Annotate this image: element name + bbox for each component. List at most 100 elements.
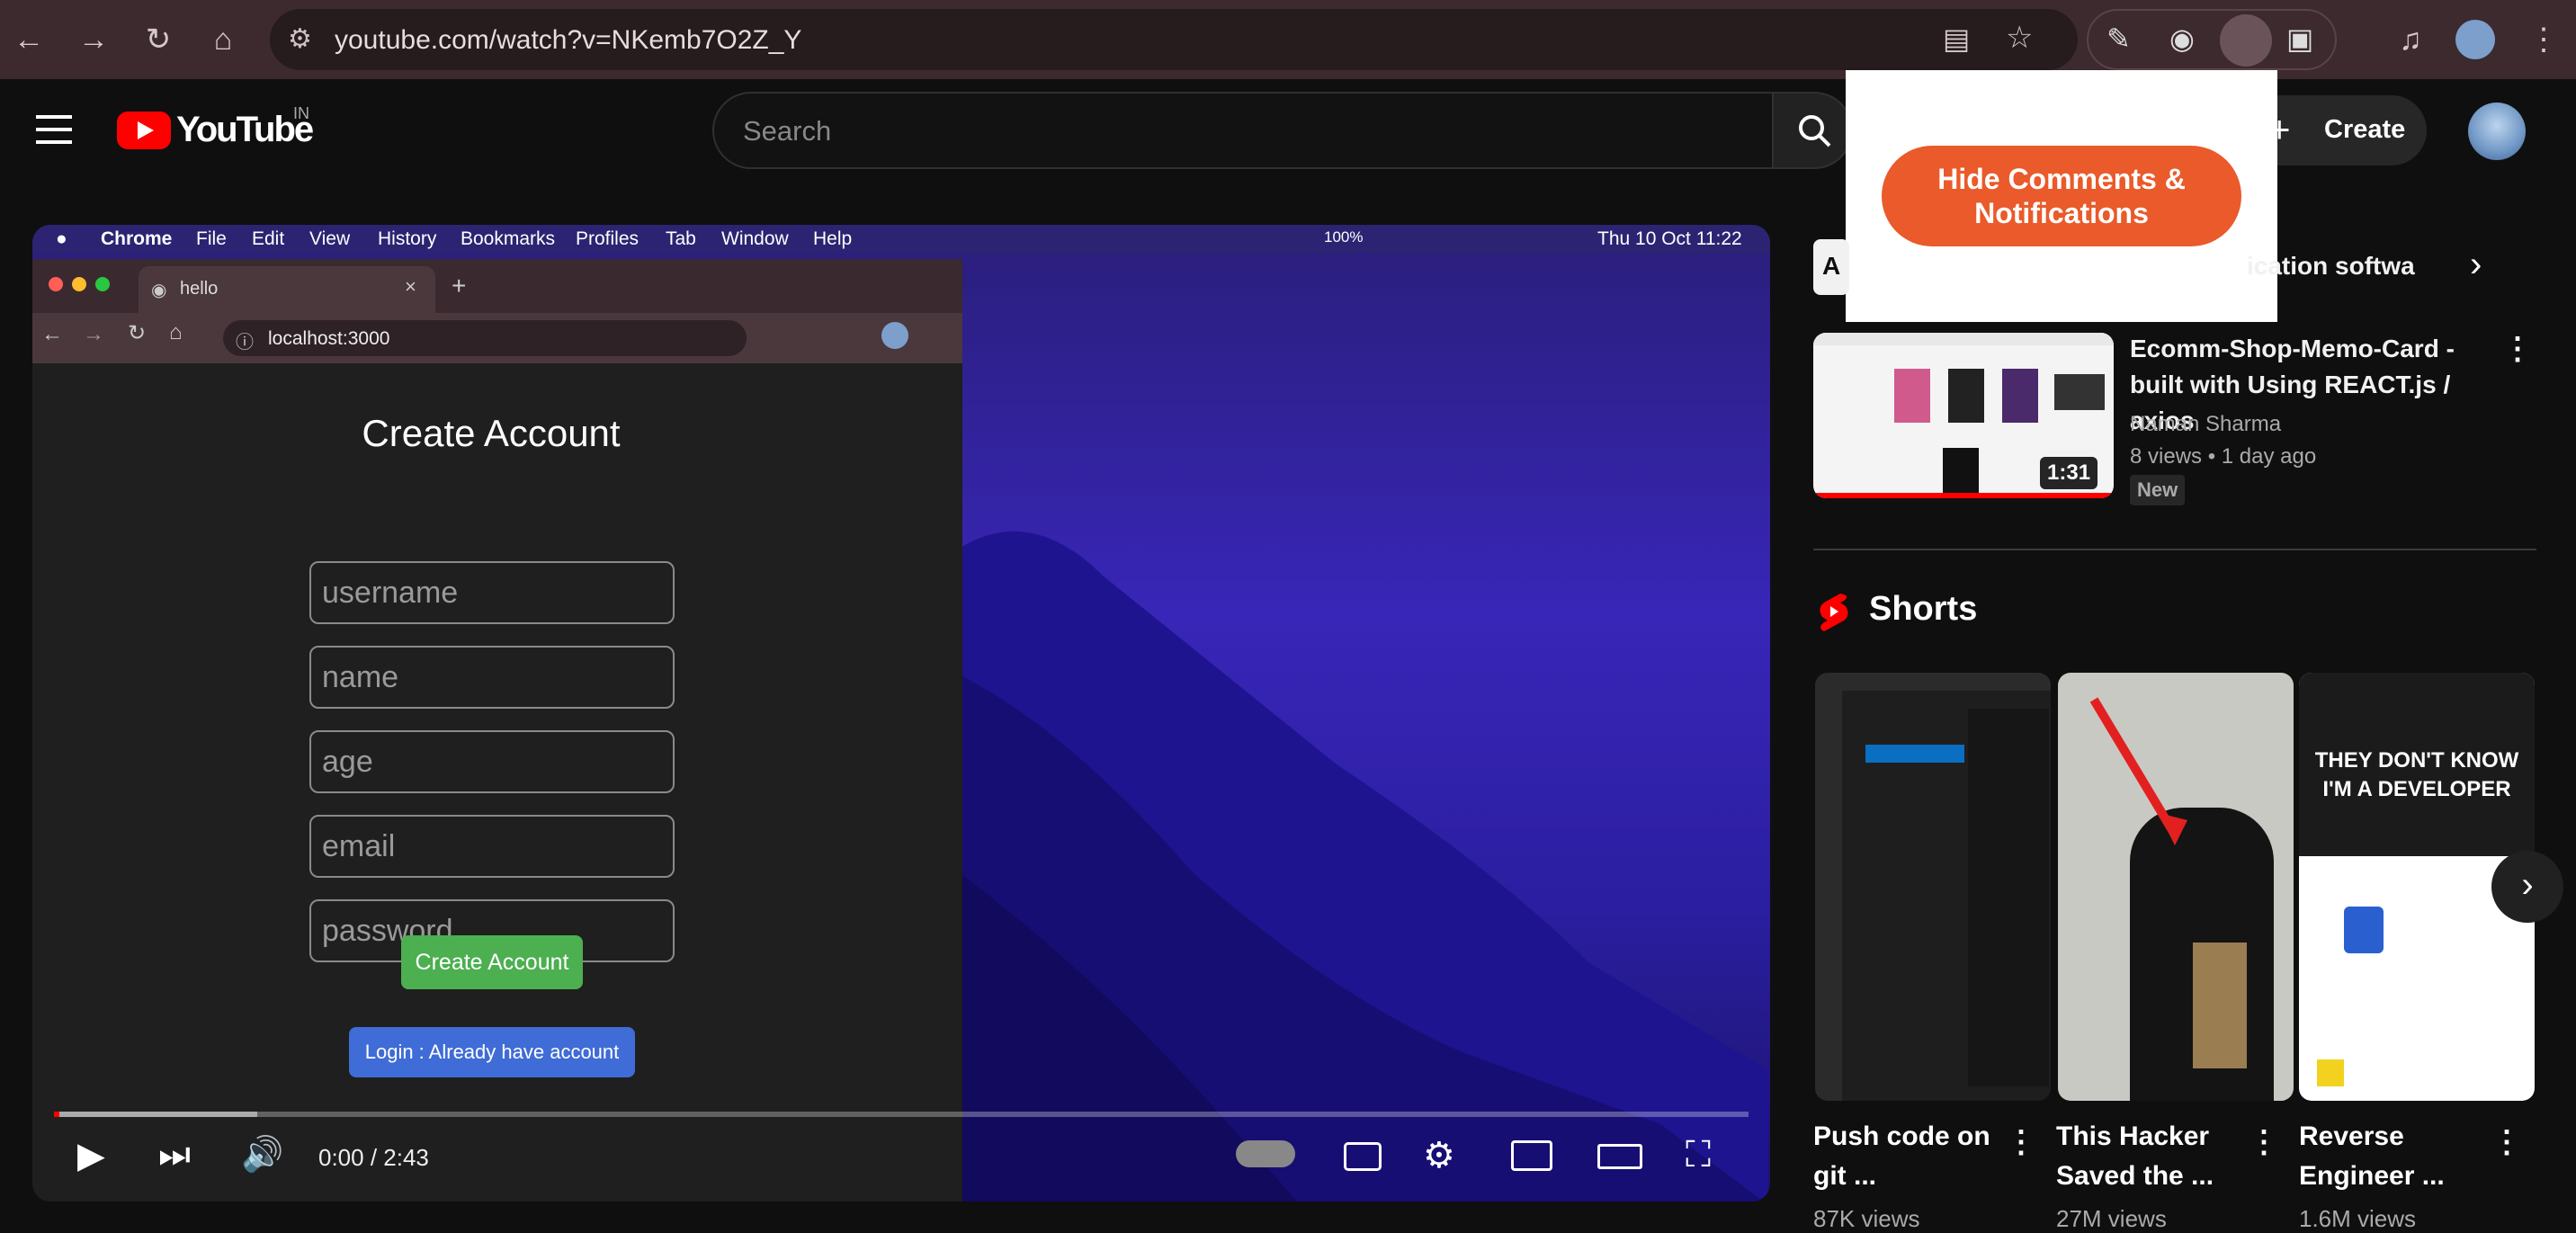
search-button[interactable] [1772, 92, 1853, 169]
inner-back-icon: ← [41, 322, 63, 346]
info-icon: ⓘ [236, 333, 254, 353]
globe-icon: ◉ [151, 281, 167, 300]
mac-menu-view: View [309, 228, 351, 249]
url-text: youtube.com/watch?v=NKemb7O2Z_Y [335, 25, 802, 55]
hamburger-menu-icon[interactable] [36, 115, 72, 144]
played-bar [54, 1112, 59, 1117]
short-title[interactable]: Reverse Engineer ... [2299, 1117, 2488, 1196]
wallpaper-hills [959, 531, 1768, 1202]
create-label: Create [2324, 115, 2406, 144]
inner-toolbar: ← → ↻ ⌂ ⓘ localhost:3000 [32, 313, 962, 363]
inner-tab: ◉ hello × [139, 266, 435, 313]
short-title[interactable]: This Hacker Saved the ... [2056, 1117, 2245, 1196]
shorts-logo-icon [1820, 594, 1848, 631]
site-settings-icon[interactable]: ⚙ [288, 23, 312, 55]
shorts-heading: Shorts [1869, 590, 1978, 628]
address-bar[interactable]: ⚙ youtube.com/watch?v=NKemb7O2Z_Y ▤ ☆ [270, 9, 2078, 70]
mac-menu-profiles: Profiles [576, 228, 640, 249]
next-icon[interactable]: ⏭ [158, 1135, 191, 1175]
login-button: Login : Already have account [349, 1027, 635, 1077]
email-field: email [309, 815, 675, 878]
inner-profile-avatar [881, 322, 908, 349]
short-views: 1.6M views [2299, 1205, 2417, 1232]
chip-application-software[interactable]: ication softwa [2247, 252, 2415, 281]
theater-mode-icon[interactable] [1597, 1144, 1642, 1169]
time-display: 0:00 / 2:43 [318, 1144, 429, 1171]
hide-comments-button[interactable]: Hide Comments & Notifications [1882, 146, 2241, 246]
play-icon[interactable]: ▶ [77, 1135, 105, 1176]
inner-browser-window: ◉ hello × + ← → ↻ ⌂ ⓘ localhost:3000 Cre… [32, 259, 962, 1202]
chip-all[interactable]: A [1813, 239, 1849, 295]
buffered-bar [54, 1112, 258, 1117]
pen-extension-icon[interactable]: ✎ [2106, 22, 2131, 56]
home-icon[interactable]: ⌂ [201, 18, 245, 61]
shorts-next-button[interactable]: › [2491, 851, 2563, 923]
incognito-extension-icon[interactable]: ◉ [2169, 22, 2195, 56]
apple-icon: ● [56, 228, 67, 249]
mac-menu-chrome: Chrome [101, 228, 173, 249]
short-views: 87K views [1813, 1205, 1920, 1232]
youtube-logo-text[interactable]: YouTube [176, 110, 314, 150]
short-more-icon[interactable]: ⋮ [2006, 1124, 2036, 1160]
mac-menubar: ● Chrome File Edit View History Bookmark… [32, 225, 1770, 254]
section-divider [1813, 549, 2536, 550]
volume-icon[interactable]: 🔊 [241, 1135, 283, 1175]
account-avatar[interactable] [2468, 103, 2526, 160]
inner-reload-icon: ↻ [128, 321, 147, 345]
mac-clock: Thu 10 Oct 11:22 [1597, 228, 1742, 249]
video-more-icon[interactable]: ⋮ [2502, 331, 2533, 367]
mac-menu-history: History [378, 228, 437, 249]
inner-url-text: localhost:3000 [268, 328, 390, 349]
short-title[interactable]: Push code on git ... [1813, 1117, 2002, 1196]
settings-gear-icon[interactable]: ⚙ [1423, 1135, 1455, 1176]
miniplayer-icon[interactable] [1511, 1140, 1552, 1171]
autoplay-toggle[interactable] [1236, 1140, 1295, 1167]
active-extension-icon[interactable] [2220, 14, 2272, 67]
form-title: Create Account [362, 412, 621, 454]
short-thumbnail[interactable] [1815, 673, 2051, 1101]
reload-icon[interactable]: ↻ [137, 18, 180, 61]
region-code: IN [293, 104, 309, 122]
browser-toolbar: ← → ↻ ⌂ ⚙ youtube.com/watch?v=NKemb7O2Z_… [0, 0, 2576, 79]
mac-menu-tab: Tab [666, 228, 696, 249]
video-stats: 8 views • 1 day ago [2130, 444, 2317, 469]
back-icon[interactable]: ← [7, 18, 50, 61]
mac-menu-edit: Edit [252, 228, 285, 249]
mac-menu-help: Help [813, 228, 853, 249]
search-placeholder: Search [743, 115, 832, 147]
short-more-icon[interactable]: ⋮ [2491, 1124, 2522, 1160]
chevron-right-icon[interactable]: › [2470, 245, 2515, 293]
install-app-icon[interactable]: ▤ [1943, 22, 1970, 56]
bookmark-star-icon[interactable]: ☆ [2006, 20, 2033, 56]
channel-name[interactable]: Naman Sharma [2130, 412, 2281, 437]
close-window-dot [49, 277, 63, 291]
inner-address-bar: ⓘ localhost:3000 [223, 320, 747, 356]
name-field: name [309, 646, 675, 709]
subtitles-icon[interactable] [1344, 1142, 1382, 1171]
chrome-menu-icon[interactable]: ⋮ [2522, 18, 2565, 61]
new-badge: New [2130, 475, 2186, 505]
mac-menu-bookmarks: Bookmarks [461, 228, 556, 249]
video-player[interactable]: ● Chrome File Edit View History Bookmark… [32, 225, 1770, 1202]
fullscreen-icon[interactable]: ⛶ [1686, 1135, 1711, 1175]
inner-tab-title: hello [180, 279, 219, 299]
tab-close-icon: × [405, 275, 416, 298]
short-thumbnail[interactable] [2058, 673, 2294, 1101]
inner-tab-bar: ◉ hello × + [32, 259, 962, 313]
forward-icon[interactable]: → [72, 18, 115, 61]
search-input[interactable]: Search [712, 92, 1774, 169]
new-tab-icon: + [452, 272, 467, 299]
short-more-icon[interactable]: ⋮ [2249, 1124, 2279, 1160]
extensions-puzzle-icon[interactable]: ▣ [2286, 22, 2313, 56]
chrome-profile-avatar[interactable] [2455, 20, 2495, 59]
extension-popup: Hide Comments & Notifications [1846, 70, 2277, 322]
create-account-button: Create Account [401, 935, 583, 989]
mac-menu-file: File [196, 228, 227, 249]
video-duration: 1:31 [2040, 457, 2098, 489]
youtube-logo-icon[interactable] [117, 112, 171, 149]
username-field: username [309, 561, 675, 624]
inner-home-icon: ⌂ [169, 320, 183, 344]
media-controls-icon[interactable]: ♫ [2389, 18, 2432, 61]
extensions-group: ✎ ◉ ▣ [2087, 9, 2337, 70]
progress-bar[interactable] [54, 1112, 1749, 1117]
